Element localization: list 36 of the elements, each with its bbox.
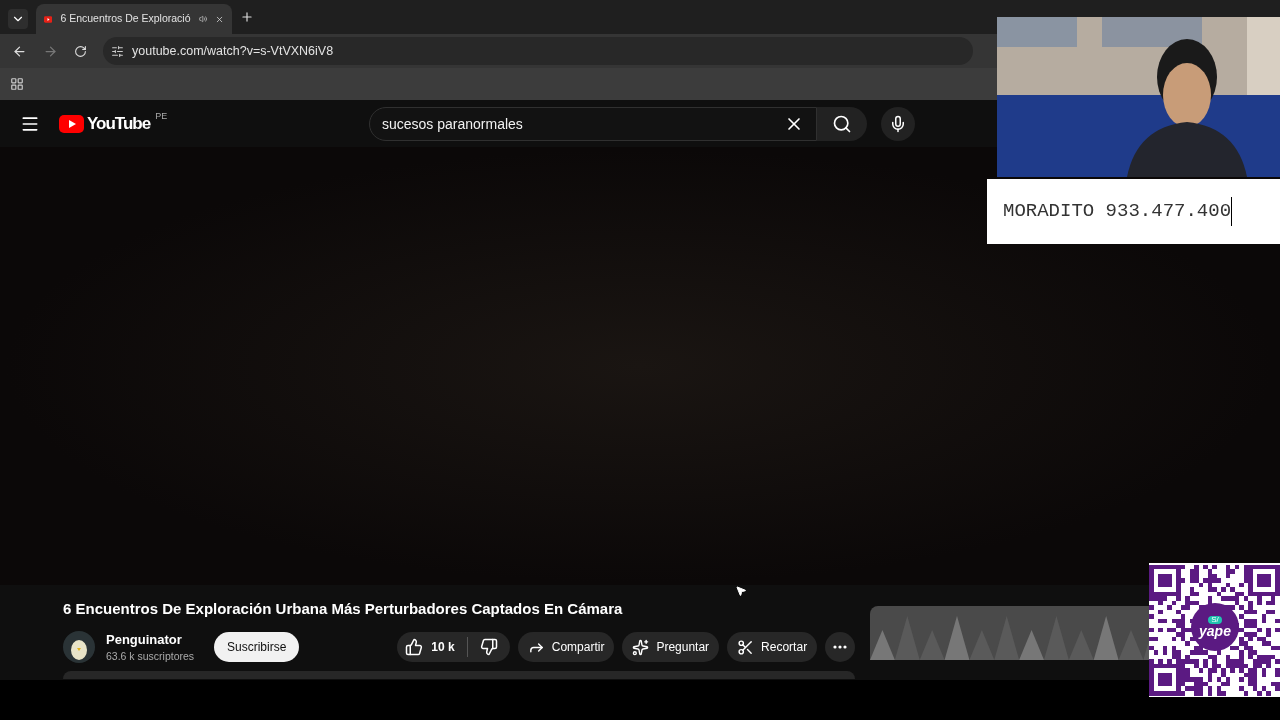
more-icon bbox=[833, 645, 848, 650]
caption-text: MORADITO 933.477.400 bbox=[1003, 197, 1233, 226]
reload-icon[interactable] bbox=[74, 44, 87, 58]
subscribe-button[interactable]: Suscribirse bbox=[214, 632, 300, 663]
thumbs-up-icon bbox=[405, 638, 424, 657]
scissors-icon bbox=[737, 638, 755, 656]
search-icon bbox=[832, 114, 852, 134]
tab-list-button[interactable] bbox=[8, 9, 28, 29]
microphone-button[interactable] bbox=[881, 107, 915, 141]
video-player[interactable] bbox=[0, 147, 1280, 585]
sparkle-icon bbox=[632, 638, 650, 656]
forward-icon[interactable] bbox=[43, 43, 58, 59]
tab-title: 6 Encuentros De Exploració bbox=[60, 11, 191, 27]
apps-icon[interactable] bbox=[10, 77, 24, 91]
youtube-favicon-icon bbox=[44, 14, 53, 24]
site-settings-icon[interactable] bbox=[111, 44, 124, 58]
speaker-icon[interactable] bbox=[198, 13, 207, 25]
ask-button[interactable]: Preguntar bbox=[622, 632, 720, 663]
microphone-icon bbox=[889, 115, 907, 133]
share-button[interactable]: Compartir bbox=[517, 632, 615, 663]
browser-tab[interactable]: 6 Encuentros De Exploració bbox=[36, 4, 232, 34]
new-tab-icon[interactable] bbox=[240, 10, 254, 24]
channel-name[interactable]: Penguinator bbox=[106, 629, 214, 649]
more-button[interactable] bbox=[825, 632, 856, 663]
thumbs-down-icon bbox=[479, 638, 498, 657]
address-bar[interactable]: youtube.com/watch?v=s-VtVXN6iV8 bbox=[103, 37, 973, 65]
back-icon[interactable] bbox=[12, 43, 27, 59]
clip-button[interactable]: Recortar bbox=[727, 632, 818, 663]
play-logo-icon bbox=[59, 114, 84, 133]
search-button[interactable] bbox=[817, 107, 867, 141]
subscriber-count: 63.6 k suscriptores bbox=[106, 649, 196, 664]
channel-avatar[interactable] bbox=[63, 631, 95, 664]
video-title: 6 Encuentros De Exploración Urbana Más Perturbadores Captados En Cámara bbox=[63, 599, 624, 619]
search-field[interactable]: sucesos paranormales bbox=[369, 107, 817, 141]
youtube-logo[interactable]: YouTube PE bbox=[59, 110, 168, 137]
cursor-icon bbox=[735, 585, 747, 597]
